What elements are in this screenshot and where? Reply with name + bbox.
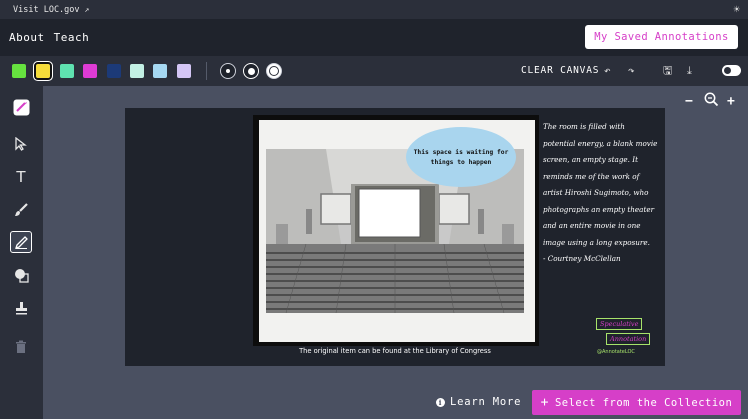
top-utility-bar: Visit LOC.gov ↗ ☀	[0, 0, 748, 19]
zoom-out-button[interactable]: −	[685, 94, 693, 109]
stamp-line2: Annotation	[606, 333, 651, 345]
visit-loc-link[interactable]: Visit LOC.gov	[13, 5, 80, 15]
sun-icon[interactable]: ☀	[733, 3, 740, 16]
color-swatch[interactable]	[153, 64, 167, 78]
info-icon: i	[436, 397, 445, 407]
drawing-toolbar: CLEAR CANVAS ↶ ↷ 🖫 ⤓	[0, 56, 748, 86]
marker-pen-icon[interactable]	[10, 231, 32, 253]
stamp-line1: Speculative	[596, 318, 643, 330]
tool-sidebar: T	[0, 86, 43, 419]
nav-about-link[interactable]: About	[9, 31, 45, 44]
color-swatch[interactable]	[34, 62, 52, 80]
paintbrush-icon[interactable]	[10, 199, 32, 221]
zoom-magnifier-icon[interactable]	[704, 92, 719, 111]
redo-icon[interactable]: ↷	[628, 64, 635, 77]
stamp-tag: @AnnotateLOC	[597, 349, 635, 355]
main-nav: About Teach My Saved Annotations	[0, 19, 748, 56]
mode-toggle[interactable]	[722, 65, 741, 76]
color-swatch[interactable]	[177, 64, 191, 78]
learn-more-label: Learn More	[450, 396, 522, 408]
color-swatch[interactable]	[60, 64, 74, 78]
shapes-icon[interactable]	[10, 264, 32, 286]
undo-icon[interactable]: ↶	[604, 64, 611, 77]
handwritten-annotation[interactable]: The room is filled with potential energy…	[543, 119, 659, 268]
loc-caption[interactable]: The original item can be found at the Li…	[125, 347, 665, 355]
select-arrow-icon[interactable]	[10, 133, 32, 155]
select-from-collection-button[interactable]: + Select from the Collection	[532, 390, 741, 415]
zoom-in-button[interactable]: +	[727, 94, 735, 109]
save-icon[interactable]: 🖫	[663, 64, 672, 77]
speculative-annotation-stamp: Speculative Annotation @AnnotateLOC	[594, 316, 656, 360]
trash-icon[interactable]	[10, 336, 32, 358]
color-swatch[interactable]	[12, 64, 26, 78]
plus-icon: +	[540, 395, 549, 410]
stamp-icon[interactable]	[10, 297, 32, 319]
my-saved-annotations-button[interactable]: My Saved Annotations	[585, 25, 738, 49]
brush-size-small[interactable]	[220, 63, 236, 79]
color-swatch[interactable]	[83, 64, 97, 78]
toolbar-divider	[206, 62, 207, 80]
nav-teach-link[interactable]: Teach	[54, 31, 90, 44]
color-swatch[interactable]	[107, 64, 121, 78]
brush-size-large[interactable]	[266, 63, 282, 79]
color-swatch[interactable]	[130, 64, 144, 78]
text-icon[interactable]: T	[10, 166, 32, 188]
learn-more-link[interactable]: i Learn More	[436, 396, 521, 408]
speech-bubble-text[interactable]: This space is waiting for things to happ…	[411, 148, 511, 167]
select-button-label: Select from the Collection	[554, 396, 733, 409]
download-icon[interactable]: ⤓	[687, 64, 692, 77]
annotate-logo-icon[interactable]	[10, 96, 32, 118]
external-link-icon: ↗	[84, 5, 90, 14]
brush-size-medium[interactable]	[243, 63, 259, 79]
clear-canvas-button[interactable]: CLEAR CANVAS	[521, 65, 599, 76]
